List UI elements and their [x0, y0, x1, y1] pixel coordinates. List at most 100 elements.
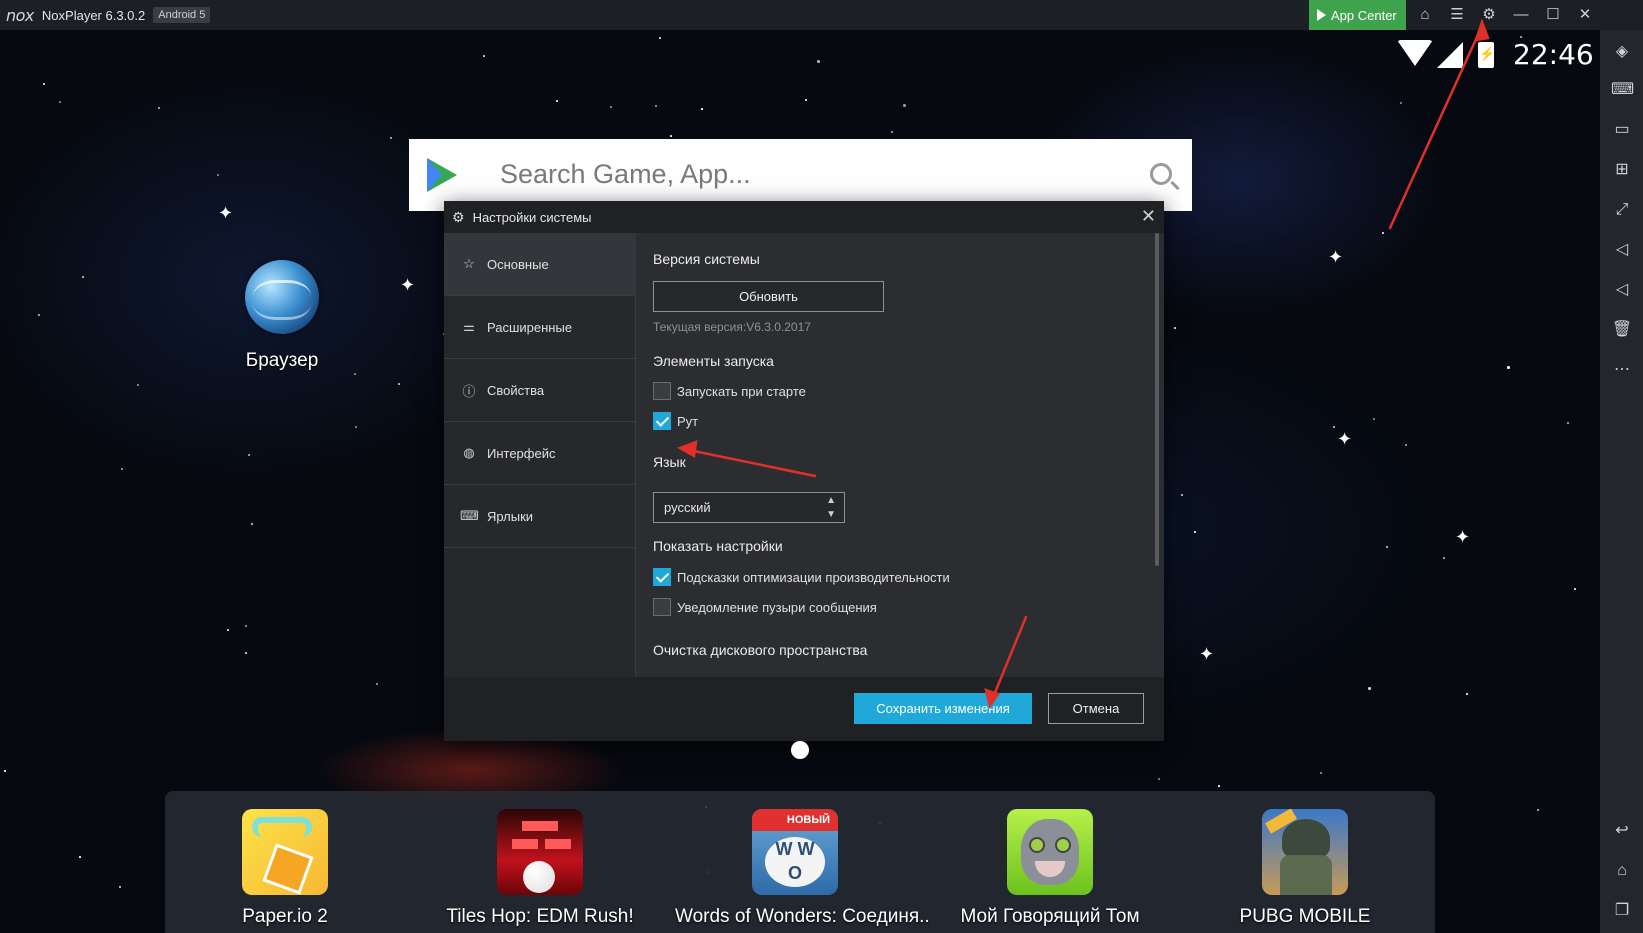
star-decoration: [398, 383, 400, 385]
dock-app-words-of-wonders[interactable]: НОВЫЙ W WO Words of Wonders: Соединя..: [675, 809, 930, 928]
sidebar-item-interface[interactable]: ◍ Интерфейс: [444, 422, 636, 485]
dock-app-paperio[interactable]: Paper.io 2: [165, 809, 405, 928]
star-decoration: [1382, 232, 1384, 234]
more-icon[interactable]: ⋯: [1611, 359, 1633, 381]
star-decoration: [1574, 588, 1576, 590]
save-changes-button[interactable]: Сохранить изменения: [854, 693, 1032, 724]
star-decoration: [251, 523, 253, 525]
star-decoration: [670, 135, 672, 137]
root-checkbox[interactable]: [653, 412, 671, 430]
bubble-notify-checkbox[interactable]: [653, 598, 671, 616]
section-system-version: Версия системы: [653, 251, 760, 267]
apk-install-icon[interactable]: ⊞: [1611, 159, 1633, 181]
nox-logo: nox: [6, 5, 34, 25]
star-decoration: [119, 886, 121, 888]
current-version-text: Текущая версия:V6.3.0.2017: [653, 320, 811, 334]
minimize-icon[interactable]: —: [1511, 5, 1531, 25]
autostart-label: Запускать при старте: [677, 383, 806, 399]
cancel-button[interactable]: Отмена: [1048, 693, 1144, 724]
star-decoration: [1443, 557, 1445, 559]
search-icon[interactable]: [1150, 163, 1172, 185]
language-value: русский: [664, 500, 711, 515]
app-center-label: App Center: [1331, 7, 1397, 23]
sidebar-item-basic[interactable]: ☆ Основные: [444, 233, 636, 296]
star-decoration: [245, 625, 247, 627]
search-placeholder: Search Game, App...: [500, 159, 751, 189]
star-decoration: [390, 137, 392, 139]
star-decoration: [1405, 444, 1407, 446]
sparkle-decoration: ✦: [1455, 527, 1471, 547]
perf-tips-row[interactable]: Подсказки оптимизации производительности: [653, 568, 950, 586]
dialog-header: ⚙ Настройки системы ✕: [444, 201, 1164, 233]
star-decoration: [655, 105, 657, 107]
sidebar-item-advanced[interactable]: ⚌ Расширенные: [444, 296, 636, 359]
pubg-icon: [1262, 809, 1348, 895]
autostart-row[interactable]: Запускать при старте: [653, 382, 806, 400]
sparkle-decoration: ✦: [1337, 429, 1353, 449]
new-badge: НОВЫЙ: [752, 809, 838, 831]
star-decoration: [137, 384, 139, 386]
root-row[interactable]: Рут: [653, 412, 698, 430]
nox-window: ✦ ✦ ✦ ✦ ✦ ✦ nox NoxPlayer 6.3.0.2 Android 5 A…: [0, 0, 1643, 933]
words-of-wonders-icon: НОВЫЙ W WO: [752, 809, 838, 895]
star-decoration: [1466, 693, 1468, 695]
star-decoration: [38, 314, 40, 316]
dock-app-talking-tom[interactable]: Мой Говорящий Том: [930, 809, 1170, 928]
autostart-checkbox[interactable]: [653, 382, 671, 400]
sidebar-item-label: Расширенные: [487, 319, 573, 335]
screen-icon[interactable]: ▭: [1611, 119, 1633, 141]
browser-app-icon[interactable]: [245, 260, 319, 334]
star-decoration: [43, 83, 45, 85]
star-decoration: [1537, 809, 1539, 811]
bubble-notify-row[interactable]: Уведомление пузыри сообщения: [653, 598, 877, 616]
close-icon[interactable]: ✕: [1575, 5, 1595, 25]
right-toolbar: ◈ ⌨ ▭ ⊞ ⤢ ◁ ◁ 🗑 ⋯ ↩ ⌂ ❐: [1600, 30, 1643, 933]
star-decoration: [355, 426, 357, 428]
volume-down-icon[interactable]: ◁: [1611, 279, 1633, 301]
trash-icon[interactable]: 🗑: [1611, 319, 1633, 341]
perf-tips-label: Подсказки оптимизации производительности: [677, 569, 950, 585]
browser-label: Браузер: [245, 350, 319, 371]
star-decoration: [1373, 418, 1375, 420]
dock-app-pubg[interactable]: PUBG MOBILE: [1185, 809, 1425, 928]
maximize-icon[interactable]: ☐: [1543, 5, 1563, 25]
recent-apps-icon[interactable]: ❐: [1611, 900, 1633, 922]
menu-icon[interactable]: ☰: [1447, 5, 1467, 25]
sidebar-item-shortcuts[interactable]: ⌨ Ярлыки: [444, 485, 636, 548]
settings-scrollbar[interactable]: [1155, 233, 1159, 566]
language-select[interactable]: русский ▲ ▼: [653, 492, 845, 523]
sidebar-item-properties[interactable]: ⓘ Свойства: [444, 359, 636, 422]
star-decoration: [1194, 531, 1196, 533]
sidebar-item-label: Основные: [487, 256, 549, 272]
page-indicator-dot: [791, 741, 809, 759]
star-decoration: [817, 60, 820, 63]
dock-app-label: Мой Говорящий Том: [960, 906, 1140, 927]
dialog-footer: Сохранить изменения Отмена: [444, 677, 1164, 741]
fullscreen-icon[interactable]: ⤢: [1611, 199, 1633, 221]
star-decoration: [659, 37, 661, 39]
tiles-hop-icon: [497, 809, 583, 895]
android-version-badge: Android 5: [153, 7, 211, 23]
diamond-icon[interactable]: ◈: [1611, 41, 1633, 63]
star-decoration: [556, 100, 558, 102]
settings-gear-icon: ⚙: [452, 208, 465, 225]
keyboard-icon[interactable]: ⌨: [1611, 79, 1634, 101]
back-icon[interactable]: ↩: [1611, 820, 1633, 842]
volume-up-icon[interactable]: ◁: [1611, 239, 1633, 261]
star-decoration: [158, 107, 160, 109]
star-decoration: [245, 652, 247, 654]
perf-tips-checkbox[interactable]: [653, 568, 671, 586]
section-startup: Элементы запуска: [653, 353, 774, 369]
star-decoration: [891, 131, 893, 133]
sparkle-decoration: ✦: [218, 203, 234, 223]
dialog-close-icon[interactable]: ✕: [1141, 207, 1156, 225]
dock-app-tiles-hop[interactable]: Tiles Hop: EDM Rush!: [420, 809, 660, 928]
update-button[interactable]: Обновить: [653, 281, 884, 312]
section-show-settings: Показать настройки: [653, 538, 783, 554]
home-shape-icon[interactable]: ⌂: [1415, 5, 1435, 25]
gear-icon[interactable]: ⚙: [1479, 5, 1499, 25]
sparkle-decoration: ✦: [1328, 247, 1344, 267]
home-icon[interactable]: ⌂: [1611, 860, 1633, 882]
app-center-button[interactable]: App Center: [1309, 0, 1406, 30]
star-decoration: [1174, 327, 1176, 329]
